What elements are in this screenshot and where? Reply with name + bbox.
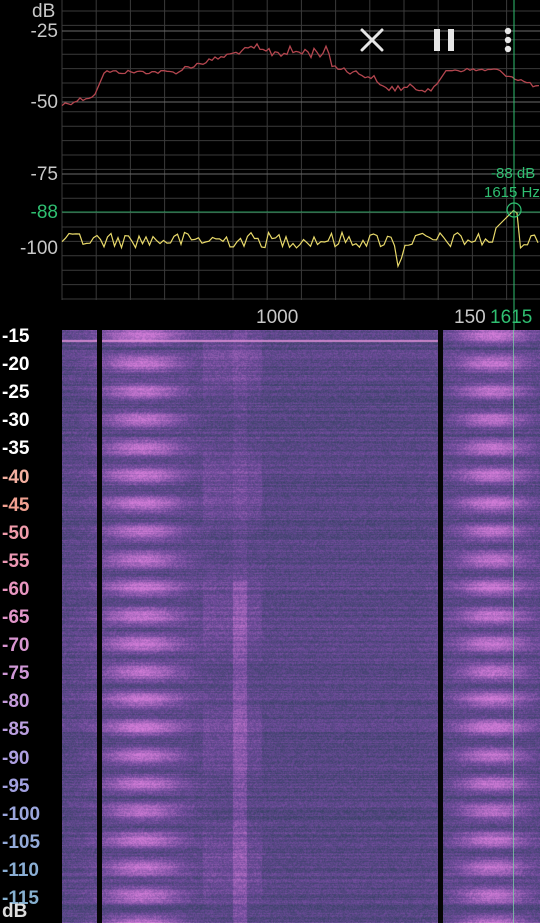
close-icon[interactable]	[352, 20, 392, 60]
cursor-vertical-line-spectrogram	[513, 330, 514, 923]
peak-frequency-readout: 1615 Hz	[484, 184, 540, 201]
y-unit-label-top: dB	[32, 1, 56, 22]
spectrogram-y-label: -55	[2, 550, 30, 572]
y-tick-label: -75	[30, 164, 58, 185]
y-tick-label: -50	[30, 92, 58, 113]
spectrogram-gap-bar	[438, 330, 443, 923]
y-tick-label: -100	[19, 238, 58, 259]
spectrogram-y-label: -20	[2, 354, 30, 376]
spectrogram-y-label: -70	[2, 635, 30, 657]
spectrum-grid	[61, 0, 540, 300]
spectrogram-y-label: -85	[2, 719, 30, 741]
spectrogram-canvas	[62, 330, 540, 923]
spectrogram-y-label: -80	[2, 691, 30, 713]
marker-db-tick-label: -88	[30, 202, 58, 223]
spectrogram-y-label: -30	[2, 410, 30, 432]
spectrogram-y-label: -65	[2, 607, 30, 628]
spectrogram-view[interactable]	[62, 330, 540, 923]
spectrogram-gap-bar	[97, 330, 102, 923]
x-tick-label: 1000	[256, 307, 299, 328]
more-vert-icon[interactable]	[488, 20, 528, 60]
pause-icon[interactable]	[424, 20, 464, 60]
spectrogram-y-label: -75	[2, 663, 30, 685]
y-unit-label-bottom: dB	[2, 901, 28, 922]
spectrum-trace-live	[61, 209, 539, 269]
spectrogram-y-label: -105	[2, 831, 41, 853]
spectrogram-y-label: -50	[2, 522, 30, 544]
spectrogram-y-label: -110	[2, 859, 39, 881]
spectrum-trace-peak-hold	[61, 42, 540, 107]
spectrogram-y-label: -45	[2, 494, 30, 516]
spectrogram-y-label: -40	[2, 466, 30, 488]
x-tick-label: 150	[454, 307, 486, 328]
y-tick-label: -25	[30, 21, 58, 42]
spectrogram-y-label: -35	[2, 438, 30, 460]
cursor-frequency-label: 1615	[490, 307, 533, 328]
spectrogram-y-label: -100	[2, 803, 41, 825]
spectrogram-y-label: -90	[2, 747, 30, 769]
peak-db-readout: -88 dB	[491, 165, 536, 182]
spectrogram-y-label: -60	[2, 578, 30, 600]
spectrogram-y-label: -15	[2, 326, 30, 347]
spectrogram-y-label: -25	[2, 382, 30, 404]
spectrogram-y-label: -95	[2, 775, 30, 797]
